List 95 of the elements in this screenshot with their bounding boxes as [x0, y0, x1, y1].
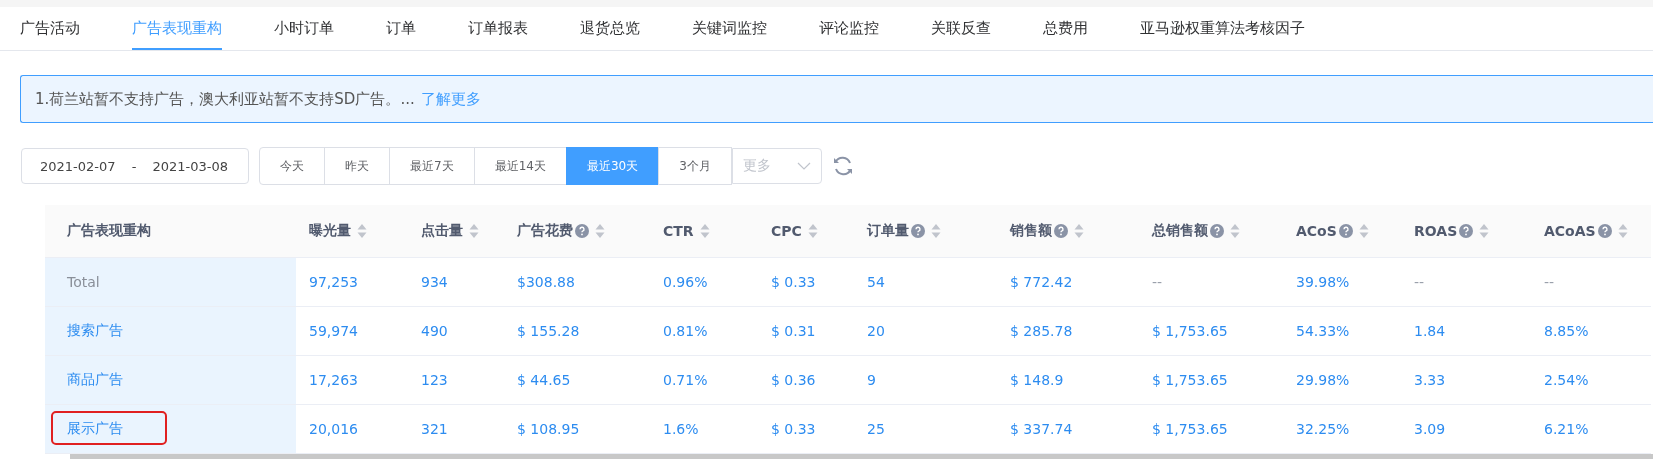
column-header: 曝光量 [309, 221, 351, 240]
sort-icon[interactable] [1617, 222, 1628, 239]
table-cell: 54.33% [1296, 322, 1350, 339]
table-cell: 2.54% [1544, 371, 1589, 388]
table-cell: $308.88 [517, 273, 575, 290]
tab[interactable]: 订单 [386, 7, 468, 50]
sort-icon[interactable] [1479, 222, 1490, 239]
table-cell: -- [1544, 273, 1555, 290]
column-header: 订单量 [867, 221, 909, 240]
table-cell: $ 337.74 [1010, 420, 1073, 437]
table-cell: $ 1,753.65 [1152, 371, 1228, 388]
table-cell: 8.85% [1544, 322, 1589, 339]
tab[interactable]: 评论监控 [819, 7, 931, 50]
column-header: CPC [771, 222, 802, 239]
sort-icon[interactable] [807, 222, 818, 239]
table-cell: $ 1,753.65 [1152, 322, 1228, 339]
sort-icon[interactable] [1358, 222, 1369, 239]
table-cell: $ 155.28 [517, 322, 580, 339]
sort-icon[interactable] [931, 222, 941, 239]
table-cell: $ 0.33 [771, 420, 816, 437]
tab[interactable]: 总费用 [1043, 7, 1140, 50]
tab[interactable]: 关联反查 [931, 7, 1043, 50]
table-cell: $ 148.9 [1010, 371, 1064, 388]
table-cell: 39.98% [1296, 273, 1350, 290]
column-header: 总销售额 [1152, 221, 1208, 240]
tab[interactable]: 小时订单 [274, 7, 386, 50]
table-cell: 1.6% [663, 420, 699, 437]
table-cell: 17,263 [309, 371, 358, 388]
tab[interactable]: 广告活动 [20, 7, 132, 50]
table-cell: 32.25% [1296, 420, 1350, 437]
table-cell: $ 0.36 [771, 371, 816, 388]
table-cell: 0.71% [663, 371, 708, 388]
table-cell: 54 [867, 273, 885, 290]
table-cell: 0.96% [663, 273, 708, 290]
table-cell: $ 1,753.65 [1152, 420, 1228, 437]
table-cell: 6.21% [1544, 420, 1589, 437]
table-cell: 934 [421, 273, 448, 290]
table-cell: $ 772.42 [1010, 273, 1073, 290]
range-button[interactable]: 3个月 [658, 147, 732, 185]
table-cell: 9 [867, 371, 876, 388]
range-button[interactable]: 最近7天 [389, 147, 475, 185]
column-header: 点击量 [421, 221, 463, 240]
table-cell: 20 [867, 322, 885, 339]
sort-icon[interactable] [699, 222, 710, 239]
table-cell: 25 [867, 420, 885, 437]
column-header: 销售额 [1010, 221, 1052, 240]
tab[interactable]: 关键词监控 [692, 7, 819, 50]
help-icon[interactable] [911, 223, 925, 238]
tab[interactable]: 亚马逊权重算法考核因子 [1140, 7, 1357, 50]
table-cell: 97,253 [309, 273, 358, 290]
tab[interactable]: 订单报表 [468, 7, 580, 50]
column-header: CTR [663, 222, 694, 239]
sort-icon[interactable] [469, 222, 479, 239]
table-cell: 0.81% [663, 322, 708, 339]
sort-icon[interactable] [1074, 222, 1084, 239]
table-cell: 20,016 [309, 420, 358, 437]
sort-icon[interactable] [595, 222, 605, 239]
table-cell: 3.33 [1414, 371, 1446, 388]
table-cell: 490 [421, 322, 448, 339]
tab[interactable]: 退货总览 [580, 7, 692, 50]
column-header: 广告花费 [517, 221, 573, 240]
sort-icon[interactable] [357, 222, 367, 239]
column-header: ACoAS [1544, 222, 1596, 239]
scrollbar[interactable] [70, 453, 1653, 459]
help-icon[interactable] [1054, 223, 1068, 238]
row-label: Total [67, 273, 100, 290]
help-icon[interactable] [1597, 223, 1612, 238]
table-cell: 123 [421, 371, 448, 388]
table-cell: 321 [421, 420, 448, 437]
table-cell: 3.09 [1414, 420, 1446, 437]
table-cell: 59,974 [309, 322, 358, 339]
help-icon[interactable] [1338, 223, 1353, 238]
chevron-down-icon [796, 162, 811, 170]
sort-icon[interactable] [1230, 222, 1240, 239]
notice-text: 1.荷兰站暂不支持广告，澳大利亚站暂不支持SD广告。... [35, 89, 415, 109]
table-cell: -- [1152, 273, 1163, 290]
table-cell: $ 285.78 [1010, 322, 1073, 339]
date-range-field[interactable]: 2021-02-07 - 2021-03-08 [21, 148, 249, 184]
table-cell: 29.98% [1296, 371, 1350, 388]
column-header: ACoS [1296, 222, 1337, 239]
table-cell: $ 0.31 [771, 322, 816, 339]
column-header: 广告表现重构 [67, 221, 151, 240]
table-cell: 1.84 [1414, 322, 1446, 339]
table-cell: -- [1414, 273, 1425, 290]
table-cell: $ 108.95 [517, 420, 580, 437]
table-cell: $ 0.33 [771, 273, 816, 290]
column-header: ROAS [1414, 222, 1458, 239]
help-icon[interactable] [575, 223, 589, 238]
help-icon[interactable] [1210, 223, 1224, 238]
refresh-icon[interactable] [831, 155, 854, 177]
table-cell: $ 44.65 [517, 371, 571, 388]
range-button[interactable]: 今天 [259, 147, 325, 185]
help-icon[interactable] [1459, 223, 1474, 238]
range-button[interactable]: 最近14天 [473, 147, 567, 185]
range-button[interactable]: 昨天 [324, 147, 390, 185]
